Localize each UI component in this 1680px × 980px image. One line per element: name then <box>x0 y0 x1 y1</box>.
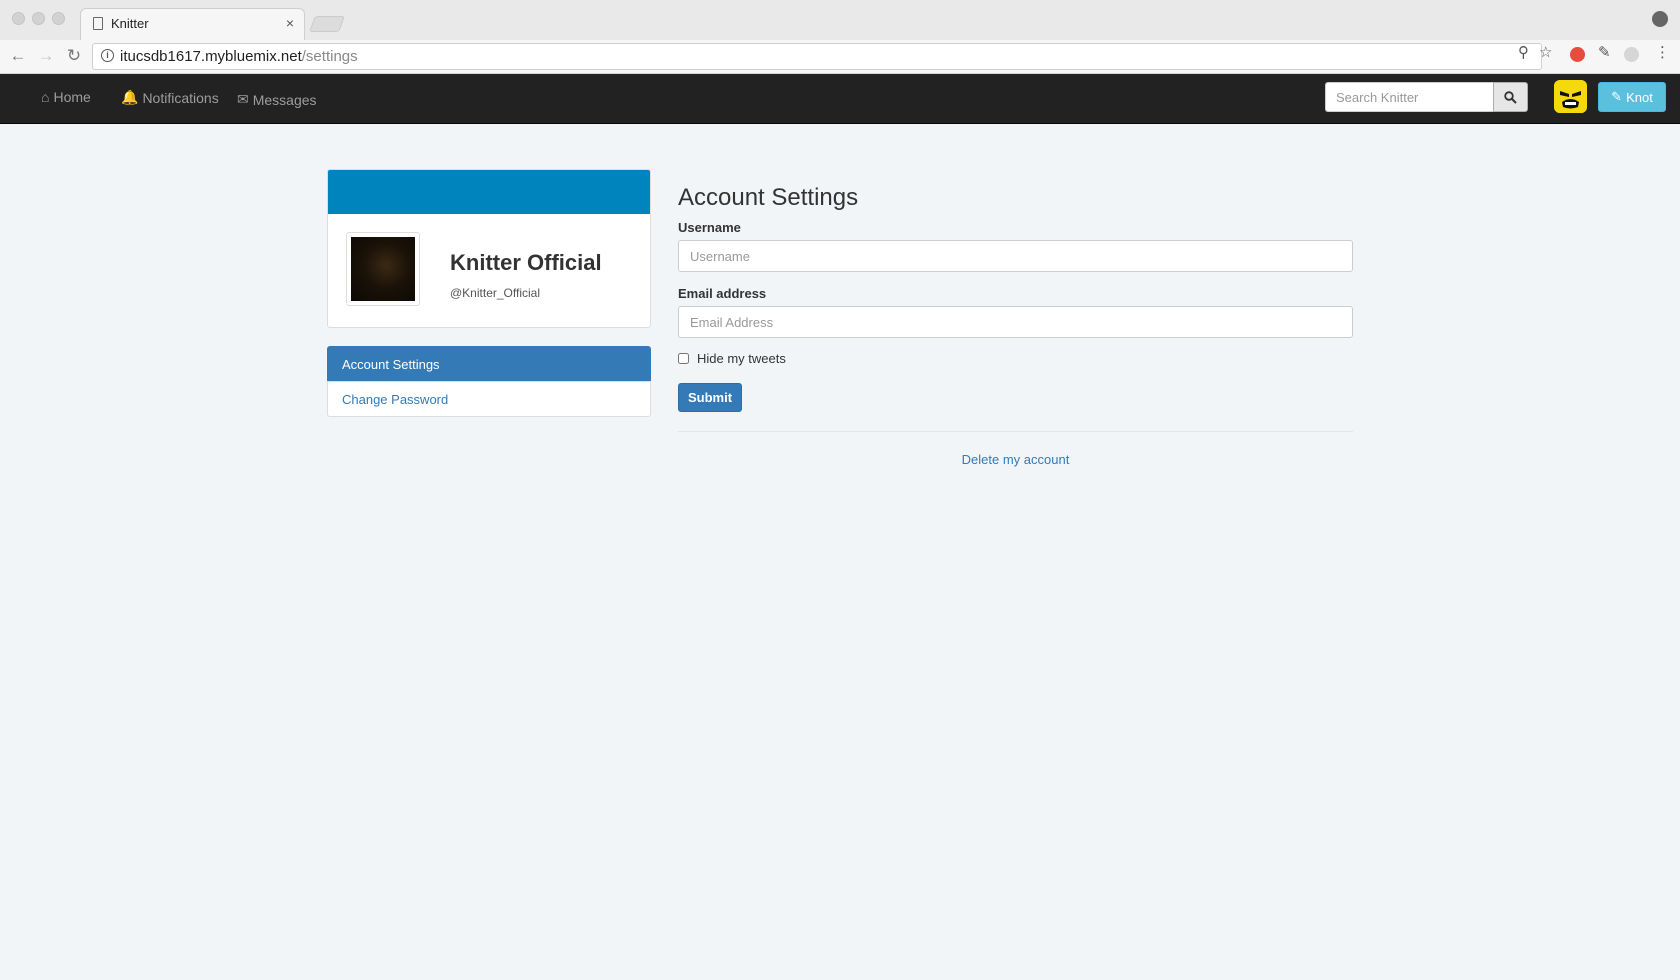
browser-profile-icon[interactable] <box>1652 11 1668 27</box>
envelope-icon: ✉ <box>237 91 249 107</box>
username-field[interactable] <box>678 240 1353 272</box>
username-label: Username <box>678 220 741 235</box>
hide-tweets-row: Hide my tweets <box>678 351 786 366</box>
profile-name[interactable]: Knitter Official <box>450 250 602 276</box>
new-tab-button[interactable] <box>309 16 345 32</box>
url-host: itucsdb1617.mybluemix.net <box>120 48 302 65</box>
hide-tweets-label[interactable]: Hide my tweets <box>697 351 786 366</box>
reload-icon[interactable]: ↻ <box>64 46 84 66</box>
browser-tab[interactable]: Knitter × <box>80 8 305 40</box>
window-zoom-control[interactable] <box>52 12 65 25</box>
bell-icon: 🔔 <box>121 89 139 105</box>
tab-close-icon[interactable]: × <box>286 15 294 31</box>
delete-account-link: Delete my account <box>678 452 1353 467</box>
site-info-icon[interactable]: i <box>101 49 114 62</box>
knot-button[interactable]: ✎ Knot <box>1598 82 1666 112</box>
profile-banner <box>328 170 650 214</box>
window-minimize-control[interactable] <box>32 12 45 25</box>
nav-messages-label: Messages <box>252 91 317 108</box>
window-close-control[interactable] <box>12 12 25 25</box>
profile-photo[interactable] <box>346 232 420 306</box>
nav-messages-link[interactable]: ✉ Messages <box>237 91 317 108</box>
nav-notifications-link[interactable]: 🔔 Notifications <box>121 89 219 106</box>
submit-button[interactable]: Submit <box>678 383 742 412</box>
tab-title: Knitter <box>111 16 149 31</box>
edit-icon: ✎ <box>1611 89 1623 104</box>
profile-card: Knitter Official @Knitter_Official <box>327 169 651 328</box>
hide-tweets-checkbox[interactable] <box>678 353 689 364</box>
address-url: itucsdb1617.mybluemix.net/settings <box>120 48 358 65</box>
sidebar-item-change-password[interactable]: Change Password <box>327 381 651 417</box>
browser-menu-icon[interactable]: ⋮ <box>1655 43 1670 61</box>
delete-account-label[interactable]: Delete my account <box>962 452 1070 467</box>
search-form <box>1325 82 1528 112</box>
nav-home-link[interactable]: ⌂ Home <box>41 89 91 105</box>
search-button[interactable] <box>1493 82 1528 112</box>
zoom-icon[interactable]: ⚲ <box>1518 43 1529 61</box>
forward-arrow-icon[interactable]: → <box>36 46 56 66</box>
nav-home-label: Home <box>53 89 91 105</box>
profile-image <box>351 237 415 301</box>
home-icon: ⌂ <box>41 89 50 105</box>
avatar[interactable] <box>1554 80 1587 113</box>
search-icon <box>1504 90 1517 104</box>
email-label: Email address <box>678 286 767 301</box>
knot-label: Knot <box>1626 89 1653 105</box>
page-title: Account Settings <box>678 184 859 211</box>
browser-toolbar: ← → ↻ i itucsdb1617.mybluemix.net/settin… <box>0 40 1680 74</box>
url-path: /settings <box>301 48 358 65</box>
divider <box>678 431 1353 432</box>
avatar-face-icon <box>1554 80 1587 113</box>
back-arrow-icon[interactable]: ← <box>8 46 28 66</box>
app-navbar: ⌂ Home 🔔 Notifications ✉ Messages ✎ Knot <box>0 74 1680 124</box>
bookmark-star-icon[interactable]: ☆ <box>1539 43 1552 61</box>
email-field[interactable] <box>678 306 1353 338</box>
extension-shield-icon[interactable] <box>1570 47 1585 62</box>
eyedropper-icon[interactable]: ✎ <box>1598 43 1611 61</box>
settings-sidebar: Account Settings Change Password <box>327 346 651 417</box>
sidebar-item-account-settings[interactable]: Account Settings <box>327 346 651 382</box>
profile-handle: @Knitter_Official <box>450 286 540 300</box>
address-bar[interactable]: i itucsdb1617.mybluemix.net/settings <box>92 43 1542 70</box>
browser-tabbar: Knitter × <box>0 0 1680 40</box>
document-icon <box>93 17 103 30</box>
extension-swirl-icon[interactable] <box>1624 47 1639 62</box>
search-input[interactable] <box>1325 82 1493 112</box>
nav-notifications-label: Notifications <box>142 89 219 106</box>
